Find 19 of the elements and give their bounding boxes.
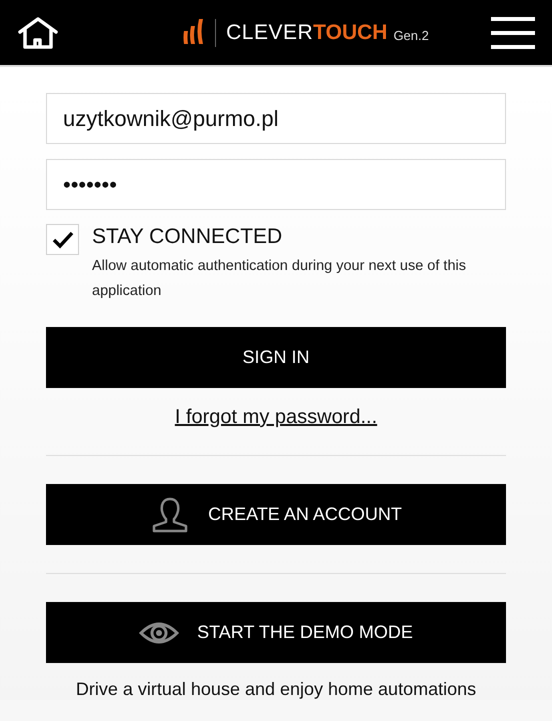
forgot-password-link[interactable]: I forgot my password...: [174, 406, 378, 429]
sign-in-button[interactable]: SIGN IN: [46, 327, 506, 388]
brand-name: TOUCH: [313, 20, 388, 44]
user-icon: [150, 496, 190, 532]
demo-description: Drive a virtual house and enjoy home automations: [74, 679, 478, 700]
brand-edition: Gen.2: [393, 28, 429, 43]
checkmark-icon: [52, 230, 74, 248]
checkbox-description: Allow automatic authentication during your next use of this application: [92, 257, 467, 301]
email-field[interactable]: uzytkownik@purmo.pl: [46, 93, 506, 144]
checkbox-label: STAY CONNECTED: [92, 225, 284, 249]
brand-name: CLEVER: [226, 20, 314, 44]
eye-icon: [139, 620, 180, 644]
password-field[interactable]: •••••••: [46, 159, 506, 210]
create-account-button[interactable]: CREATE AN ACCOUNT: [46, 484, 506, 545]
demo-mode-button[interactable]: START THE DEMO MODE: [46, 602, 506, 663]
home-icon[interactable]: [17, 16, 59, 50]
logo-icon: [181, 16, 206, 44]
checkbox[interactable]: [46, 224, 79, 255]
menu-icon[interactable]: [490, 16, 535, 48]
